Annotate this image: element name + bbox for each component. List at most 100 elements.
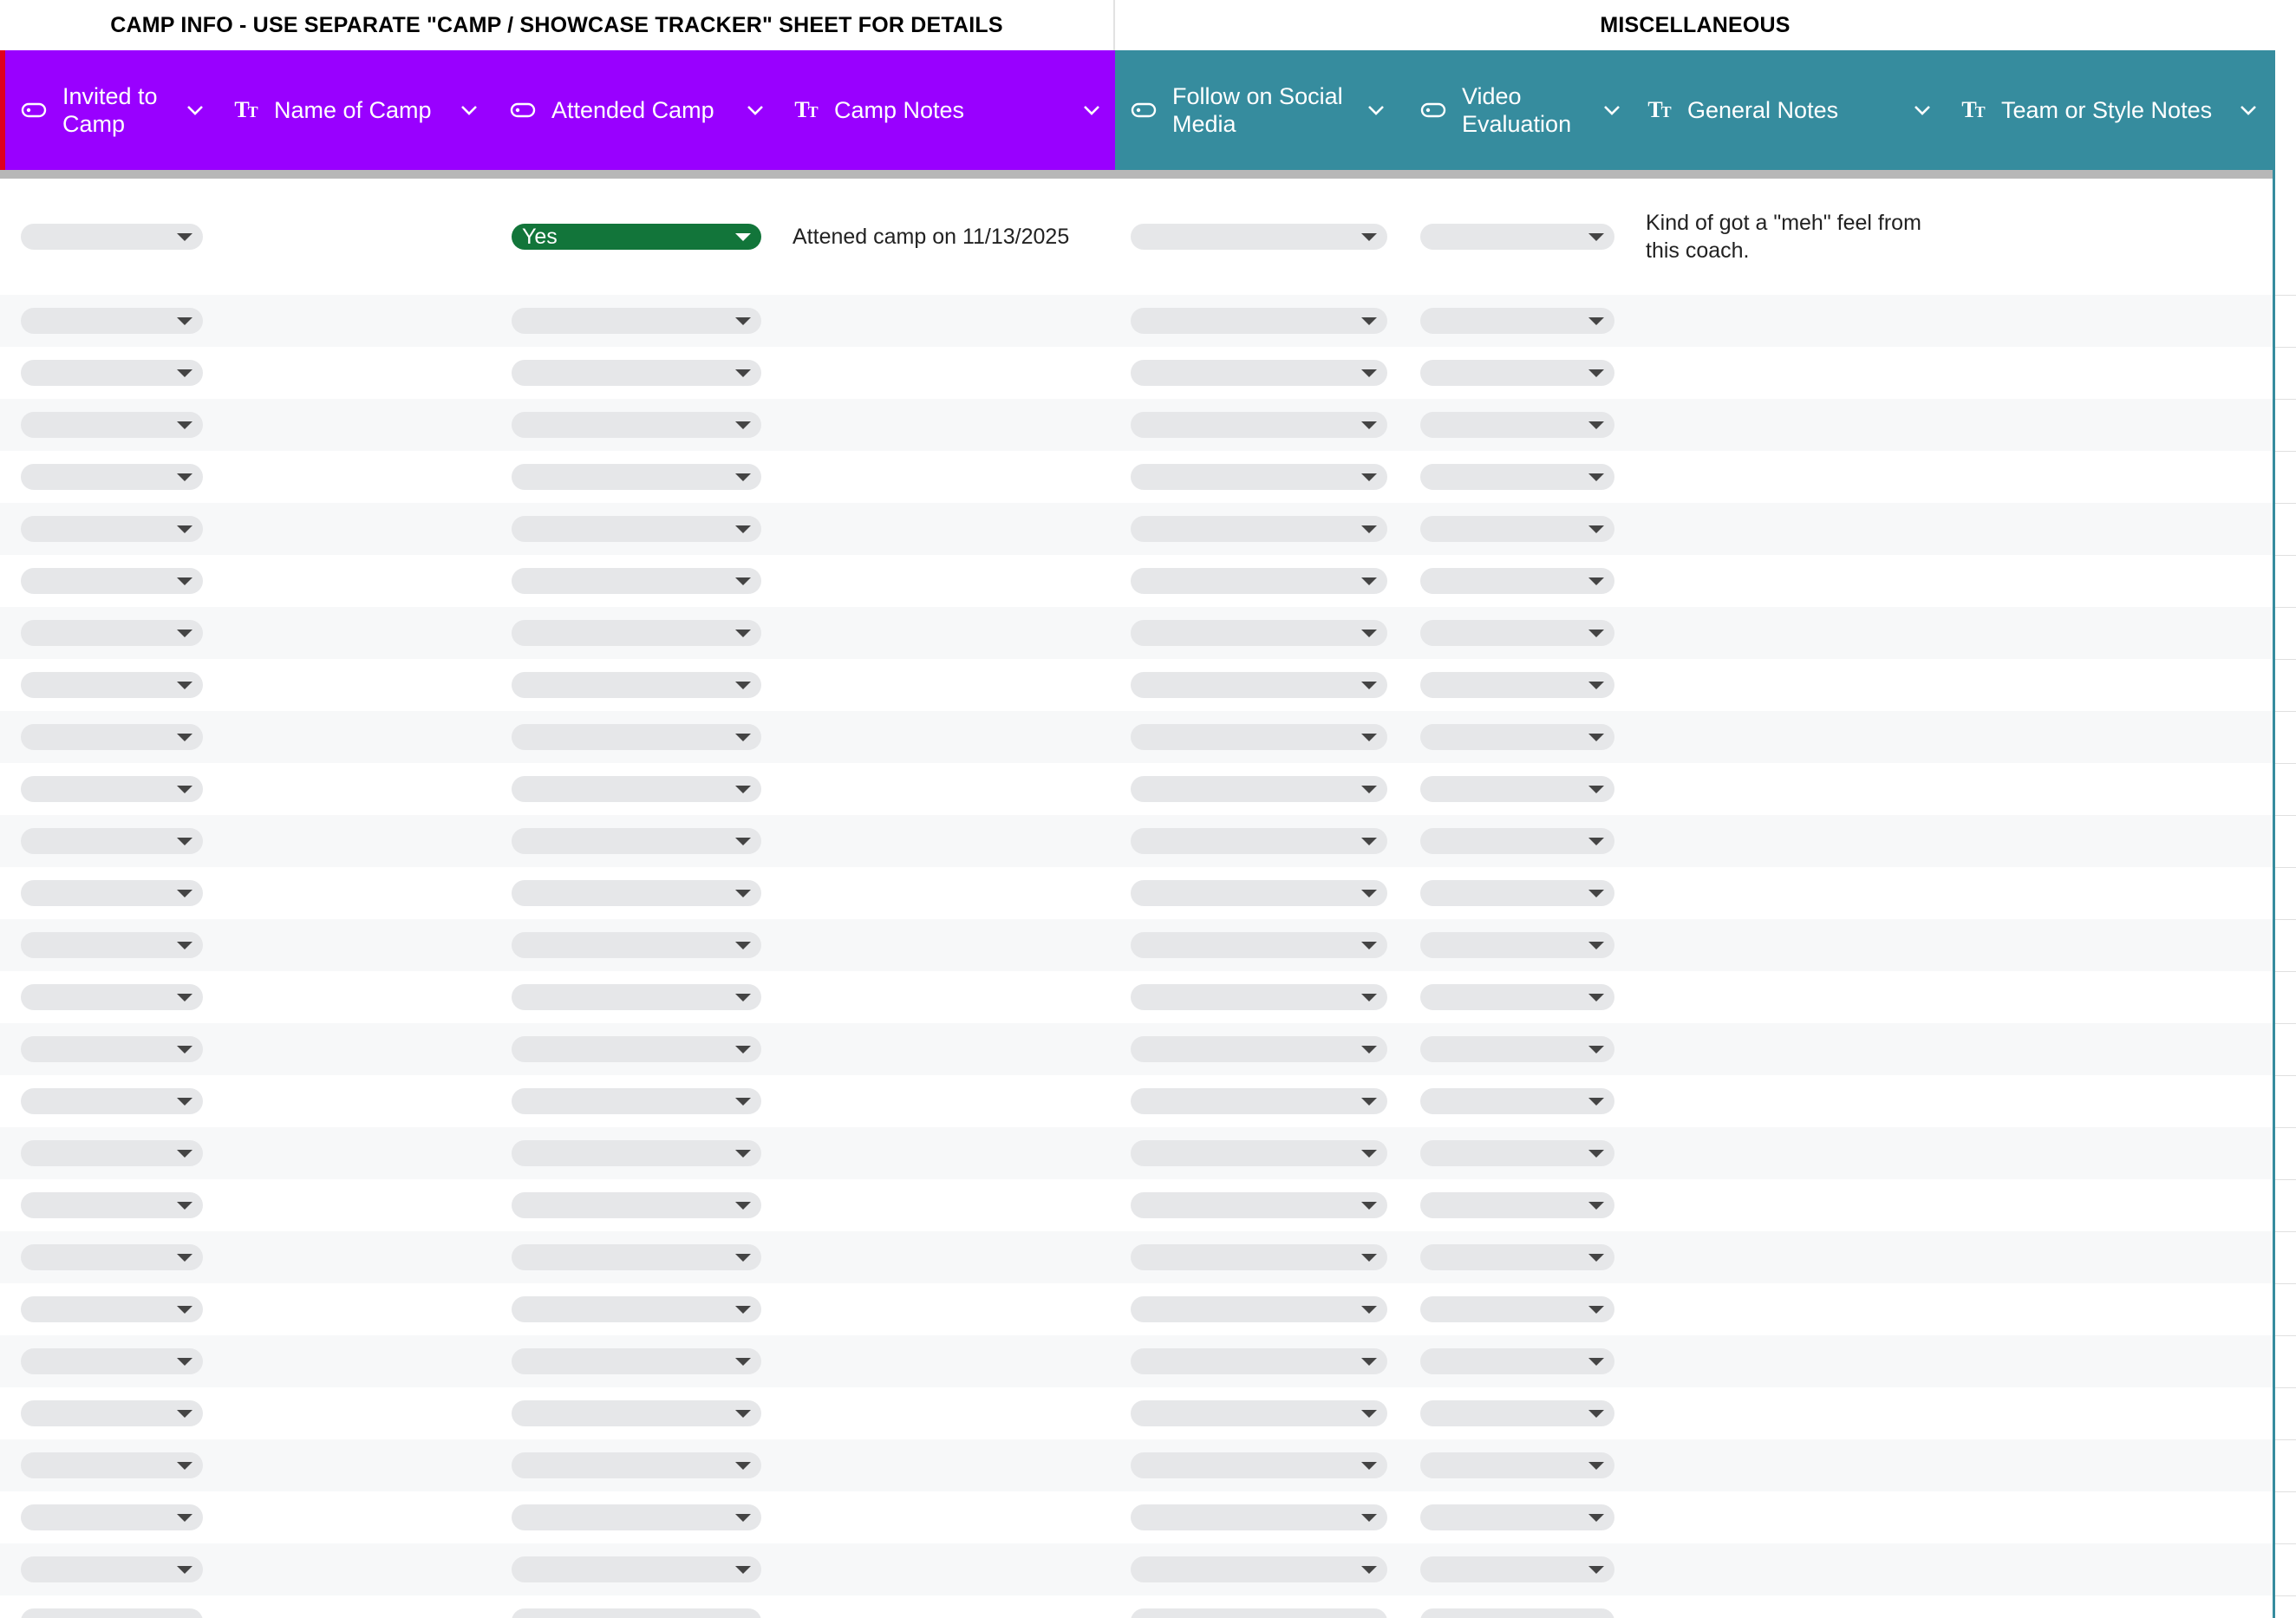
social-dropdown-chip[interactable] xyxy=(1131,412,1387,438)
invited-dropdown-chip[interactable] xyxy=(21,1088,203,1114)
table-row[interactable] xyxy=(0,659,2273,711)
video-dropdown-chip[interactable] xyxy=(1420,568,1614,594)
invited-dropdown-chip[interactable] xyxy=(21,1348,203,1374)
attended-dropdown-chip[interactable] xyxy=(512,1036,761,1062)
column-header-attended[interactable]: Attended Camp xyxy=(508,50,768,170)
social-dropdown-chip[interactable] xyxy=(1131,1140,1387,1166)
attended-dropdown-chip[interactable] xyxy=(512,1244,761,1270)
table-row[interactable] xyxy=(0,607,2273,659)
table-row[interactable] xyxy=(0,555,2273,607)
invited-dropdown-chip[interactable] xyxy=(21,464,203,490)
video-dropdown-chip[interactable] xyxy=(1420,1140,1614,1166)
social-dropdown-chip[interactable] xyxy=(1131,464,1387,490)
video-dropdown-chip[interactable] xyxy=(1420,1244,1614,1270)
table-row[interactable] xyxy=(0,1283,2273,1335)
table-row[interactable] xyxy=(0,1179,2273,1231)
video-dropdown-chip[interactable] xyxy=(1420,1400,1614,1426)
chevron-down-icon[interactable] xyxy=(1079,103,1105,117)
invited-dropdown-chip[interactable] xyxy=(21,516,203,542)
attended-dropdown-chip[interactable] xyxy=(512,360,761,386)
invited-dropdown-chip[interactable] xyxy=(21,672,203,698)
video-dropdown-chip[interactable] xyxy=(1420,1452,1614,1478)
attended-dropdown-chip[interactable] xyxy=(512,1348,761,1374)
attended-dropdown-chip[interactable] xyxy=(512,1296,761,1322)
social-dropdown-chip[interactable] xyxy=(1131,828,1387,854)
column-header-general[interactable]: TT General Notes xyxy=(1644,50,1935,170)
attended-dropdown-chip[interactable] xyxy=(512,308,761,334)
video-dropdown-chip[interactable] xyxy=(1420,724,1614,750)
attended-dropdown-chip[interactable] xyxy=(512,464,761,490)
video-dropdown-chip[interactable] xyxy=(1420,224,1614,250)
group-header-miscellaneous[interactable]: MISCELLANEOUS xyxy=(1115,0,2275,50)
attended-dropdown-chip[interactable] xyxy=(512,1400,761,1426)
attended-dropdown-chip[interactable] xyxy=(512,932,761,958)
social-dropdown-chip[interactable] xyxy=(1131,1088,1387,1114)
attended-dropdown-chip[interactable] xyxy=(512,672,761,698)
table-row[interactable] xyxy=(0,295,2273,347)
social-dropdown-chip[interactable] xyxy=(1131,568,1387,594)
invited-dropdown-chip[interactable] xyxy=(21,776,203,802)
column-header-camp_notes[interactable]: TT Camp Notes xyxy=(791,50,1105,170)
social-dropdown-chip[interactable] xyxy=(1131,224,1387,250)
video-dropdown-chip[interactable] xyxy=(1420,308,1614,334)
chevron-down-icon[interactable] xyxy=(456,103,482,117)
table-row[interactable] xyxy=(0,711,2273,763)
column-header-team[interactable]: TT Team or Style Notes xyxy=(1958,50,2261,170)
social-dropdown-chip[interactable] xyxy=(1131,1608,1387,1618)
attended-dropdown-chip[interactable] xyxy=(512,1192,761,1218)
social-dropdown-chip[interactable] xyxy=(1131,516,1387,542)
invited-dropdown-chip[interactable] xyxy=(21,412,203,438)
chevron-down-icon[interactable] xyxy=(1363,103,1389,117)
attended-dropdown-chip[interactable] xyxy=(512,828,761,854)
invited-dropdown-chip[interactable] xyxy=(21,1556,203,1582)
video-dropdown-chip[interactable] xyxy=(1420,412,1614,438)
social-dropdown-chip[interactable] xyxy=(1131,776,1387,802)
attended-dropdown-chip[interactable] xyxy=(512,1504,761,1530)
table-row[interactable] xyxy=(0,1075,2273,1127)
social-dropdown-chip[interactable] xyxy=(1131,1244,1387,1270)
attended-dropdown-chip[interactable] xyxy=(512,1608,761,1618)
invited-dropdown-chip[interactable] xyxy=(21,1036,203,1062)
video-dropdown-chip[interactable] xyxy=(1420,1296,1614,1322)
invited-dropdown-chip[interactable] xyxy=(21,1192,203,1218)
attended-dropdown-chip[interactable] xyxy=(512,1140,761,1166)
video-dropdown-chip[interactable] xyxy=(1420,828,1614,854)
chevron-down-icon[interactable] xyxy=(182,103,208,117)
social-dropdown-chip[interactable] xyxy=(1131,1504,1387,1530)
invited-dropdown-chip[interactable] xyxy=(21,1504,203,1530)
invited-dropdown-chip[interactable] xyxy=(21,308,203,334)
invited-dropdown-chip[interactable] xyxy=(21,1244,203,1270)
general-cell[interactable]: Kind of got a "meh" feel from this coach… xyxy=(1646,209,1923,264)
table-row[interactable]: Yes Attened camp on 11/13/2025 Kind of got… xyxy=(0,179,2273,295)
invited-dropdown-chip[interactable] xyxy=(21,568,203,594)
table-row[interactable] xyxy=(0,1335,2273,1387)
invited-dropdown-chip[interactable] xyxy=(21,724,203,750)
attended-dropdown-chip[interactable] xyxy=(512,568,761,594)
camp-notes-cell[interactable]: Attened camp on 11/13/2025 xyxy=(793,223,1106,251)
video-dropdown-chip[interactable] xyxy=(1420,776,1614,802)
column-header-invited[interactable]: Invited to Camp xyxy=(19,50,208,170)
table-row[interactable] xyxy=(0,971,2273,1023)
invited-dropdown-chip[interactable] xyxy=(21,1400,203,1426)
invited-dropdown-chip[interactable] xyxy=(21,932,203,958)
video-dropdown-chip[interactable] xyxy=(1420,1192,1614,1218)
social-dropdown-chip[interactable] xyxy=(1131,932,1387,958)
invited-dropdown-chip[interactable] xyxy=(21,360,203,386)
video-dropdown-chip[interactable] xyxy=(1420,984,1614,1010)
social-dropdown-chip[interactable] xyxy=(1131,360,1387,386)
table-row[interactable] xyxy=(0,1127,2273,1179)
invited-dropdown-chip[interactable] xyxy=(21,880,203,906)
attended-dropdown-chip[interactable] xyxy=(512,412,761,438)
table-row[interactable] xyxy=(0,1595,2273,1618)
attended-dropdown-chip[interactable] xyxy=(512,1556,761,1582)
social-dropdown-chip[interactable] xyxy=(1131,1400,1387,1426)
video-dropdown-chip[interactable] xyxy=(1420,932,1614,958)
invited-dropdown-chip[interactable] xyxy=(21,1140,203,1166)
video-dropdown-chip[interactable] xyxy=(1420,1556,1614,1582)
column-header-social[interactable]: Follow on Social Media xyxy=(1129,50,1389,170)
social-dropdown-chip[interactable] xyxy=(1131,1348,1387,1374)
social-dropdown-chip[interactable] xyxy=(1131,672,1387,698)
table-row[interactable] xyxy=(0,1491,2273,1543)
attended-dropdown-chip[interactable] xyxy=(512,1452,761,1478)
invited-dropdown-chip[interactable] xyxy=(21,828,203,854)
